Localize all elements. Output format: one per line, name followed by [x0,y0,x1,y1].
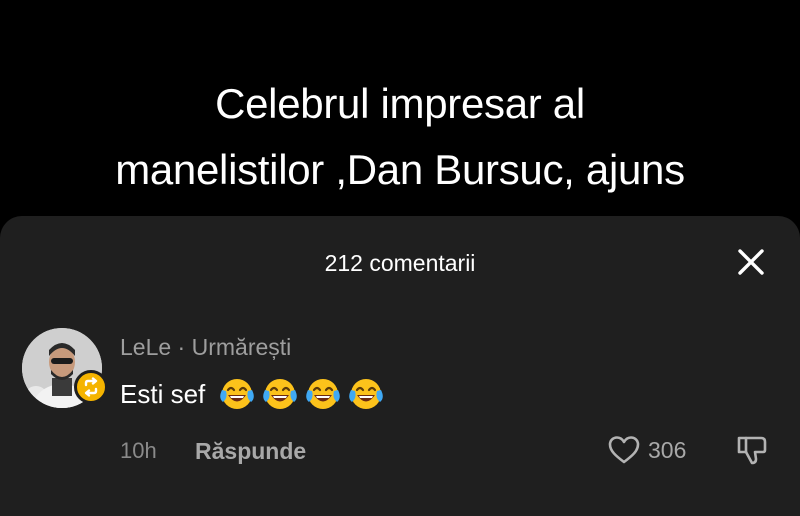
dislike-button[interactable] [734,432,770,468]
emoji-group [219,376,391,412]
thumbs-down-icon [737,436,767,465]
comments-count-title: 212 comentarii [324,250,476,276]
comment-username[interactable]: LeLe · Urmărești [120,332,291,362]
like-button[interactable]: 306 [606,432,686,468]
video-caption-line-1: Celebrul impresar al [215,80,585,127]
face-with-tears-of-joy-icon [220,379,255,409]
repost-badge-icon [74,370,108,404]
video-caption-line-2: manelistilor ,Dan Bursuc, ajuns [115,146,685,193]
comment-body: Esti sef [120,376,391,412]
comment-timestamp: 10h [120,438,157,463]
comments-sheet: 212 comentarii LeLe · Urmărești Esti sef… [0,216,800,516]
comment-text: Esti sef [120,379,206,409]
face-with-tears-of-joy-icon [263,379,298,409]
reply-button[interactable]: Răspunde [195,436,306,466]
face-with-tears-of-joy-icon [349,379,384,409]
close-button[interactable] [731,242,771,282]
like-count: 306 [648,436,687,463]
close-icon [738,249,764,275]
face-with-tears-of-joy-icon [306,379,341,409]
heart-icon [608,436,640,464]
